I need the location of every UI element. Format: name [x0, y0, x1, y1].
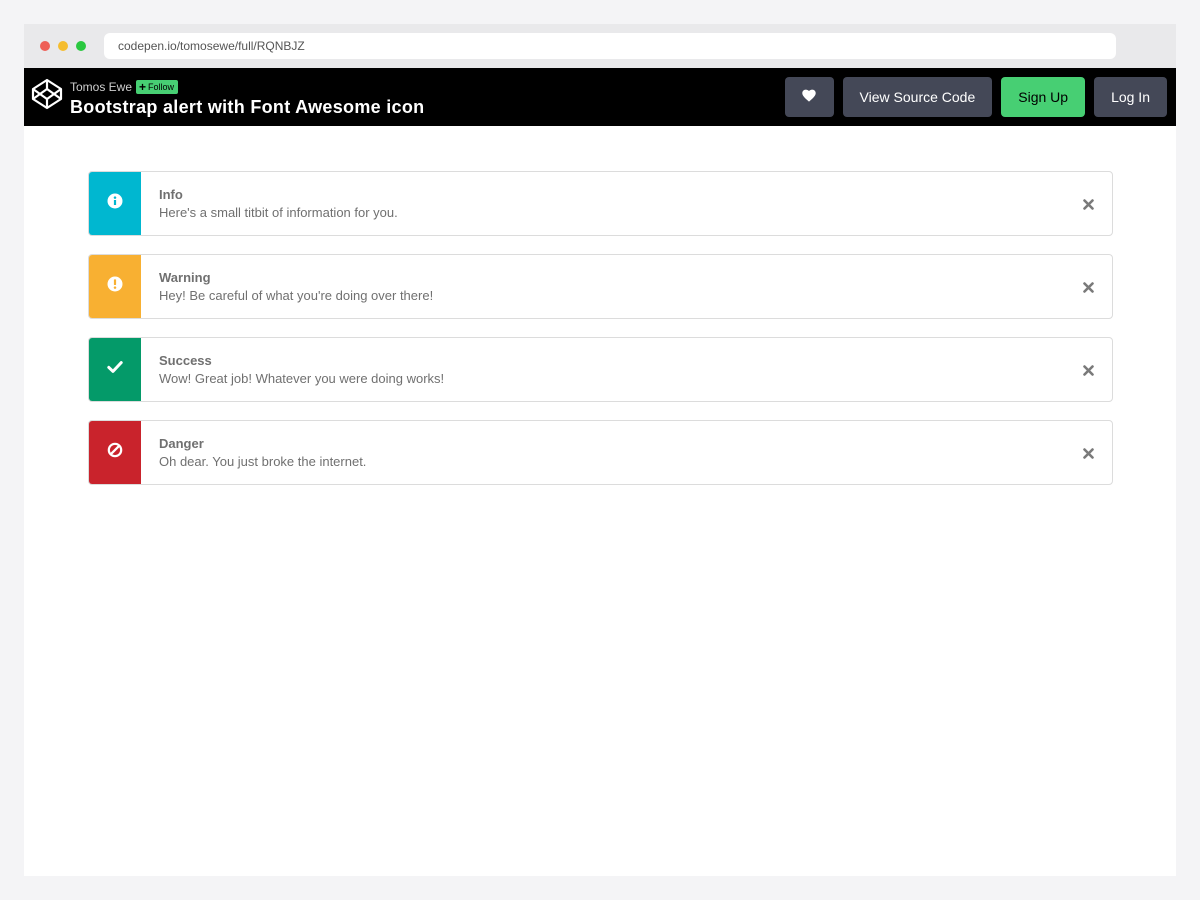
alert-icon-box — [89, 338, 141, 401]
alert-info: Info Here's a small titbit of informatio… — [88, 171, 1113, 236]
alert-success: Success Wow! Great job! Whatever you wer… — [88, 337, 1113, 402]
like-button[interactable] — [784, 77, 834, 117]
follow-button[interactable]: + Follow — [136, 80, 179, 94]
alert-body: Success Wow! Great job! Whatever you wer… — [141, 338, 444, 401]
codepen-logo-icon[interactable] — [30, 77, 64, 111]
follow-label: Follow — [148, 82, 175, 92]
author-name[interactable]: Tomos Ewe — [70, 80, 132, 94]
browser-window: codepen.io/tomosewe/full/RQNBJZ Tomos Ew… — [24, 24, 1176, 876]
alert-text: Oh dear. You just broke the internet. — [159, 454, 367, 469]
close-dot[interactable] — [40, 41, 50, 51]
alert-body: Info Here's a small titbit of informatio… — [141, 172, 398, 235]
alert-title: Danger — [159, 436, 204, 451]
close-icon[interactable] — [1080, 196, 1096, 212]
alert-icon-box — [89, 421, 141, 484]
alert-text: Wow! Great job! Whatever you were doing … — [159, 371, 445, 386]
maximize-dot[interactable] — [76, 41, 86, 51]
pen-meta: Tomos Ewe + Follow Bootstrap alert with … — [70, 79, 424, 118]
pen-title: Bootstrap alert with Font Awesome icon — [70, 97, 425, 117]
close-icon[interactable] — [1080, 362, 1096, 378]
close-icon[interactable] — [1080, 279, 1096, 295]
alert-icon-box — [89, 255, 141, 318]
alert-title: Warning — [159, 270, 211, 285]
alert-text: Here's a small titbit of information for… — [159, 205, 398, 220]
info-circle-icon — [107, 193, 123, 214]
signup-button[interactable]: Sign Up — [1001, 77, 1086, 117]
alert-danger: Danger Oh dear. You just broke the inter… — [88, 420, 1113, 485]
header-actions: View Source Code Sign Up Log In — [784, 77, 1167, 117]
browser-chrome: codepen.io/tomosewe/full/RQNBJZ — [24, 24, 1176, 68]
alert-body: Warning Hey! Be careful of what you're d… — [141, 255, 433, 318]
ban-icon — [107, 442, 123, 463]
alert-icon-box — [89, 172, 141, 235]
plus-icon: + — [139, 80, 147, 94]
login-button[interactable]: Log In — [1094, 77, 1167, 117]
window-controls — [40, 41, 86, 51]
author-row: Tomos Ewe + Follow — [70, 79, 424, 95]
codepen-header: Tomos Ewe + Follow Bootstrap alert with … — [24, 68, 1176, 126]
address-bar[interactable]: codepen.io/tomosewe/full/RQNBJZ — [104, 33, 1116, 59]
view-source-button[interactable]: View Source Code — [842, 77, 993, 117]
alert-body: Danger Oh dear. You just broke the inter… — [141, 421, 366, 484]
alert-text: Hey! Be careful of what you're doing ove… — [159, 288, 434, 303]
alert-title: Success — [159, 353, 212, 368]
close-icon[interactable] — [1080, 445, 1096, 461]
alerts-container: Info Here's a small titbit of informatio… — [24, 126, 1176, 485]
minimize-dot[interactable] — [58, 41, 68, 51]
alert-title: Info — [159, 187, 183, 202]
check-icon — [107, 360, 123, 379]
heart-icon — [802, 89, 816, 105]
alert-warning: Warning Hey! Be careful of what you're d… — [88, 254, 1113, 319]
exclamation-circle-icon — [107, 276, 123, 297]
